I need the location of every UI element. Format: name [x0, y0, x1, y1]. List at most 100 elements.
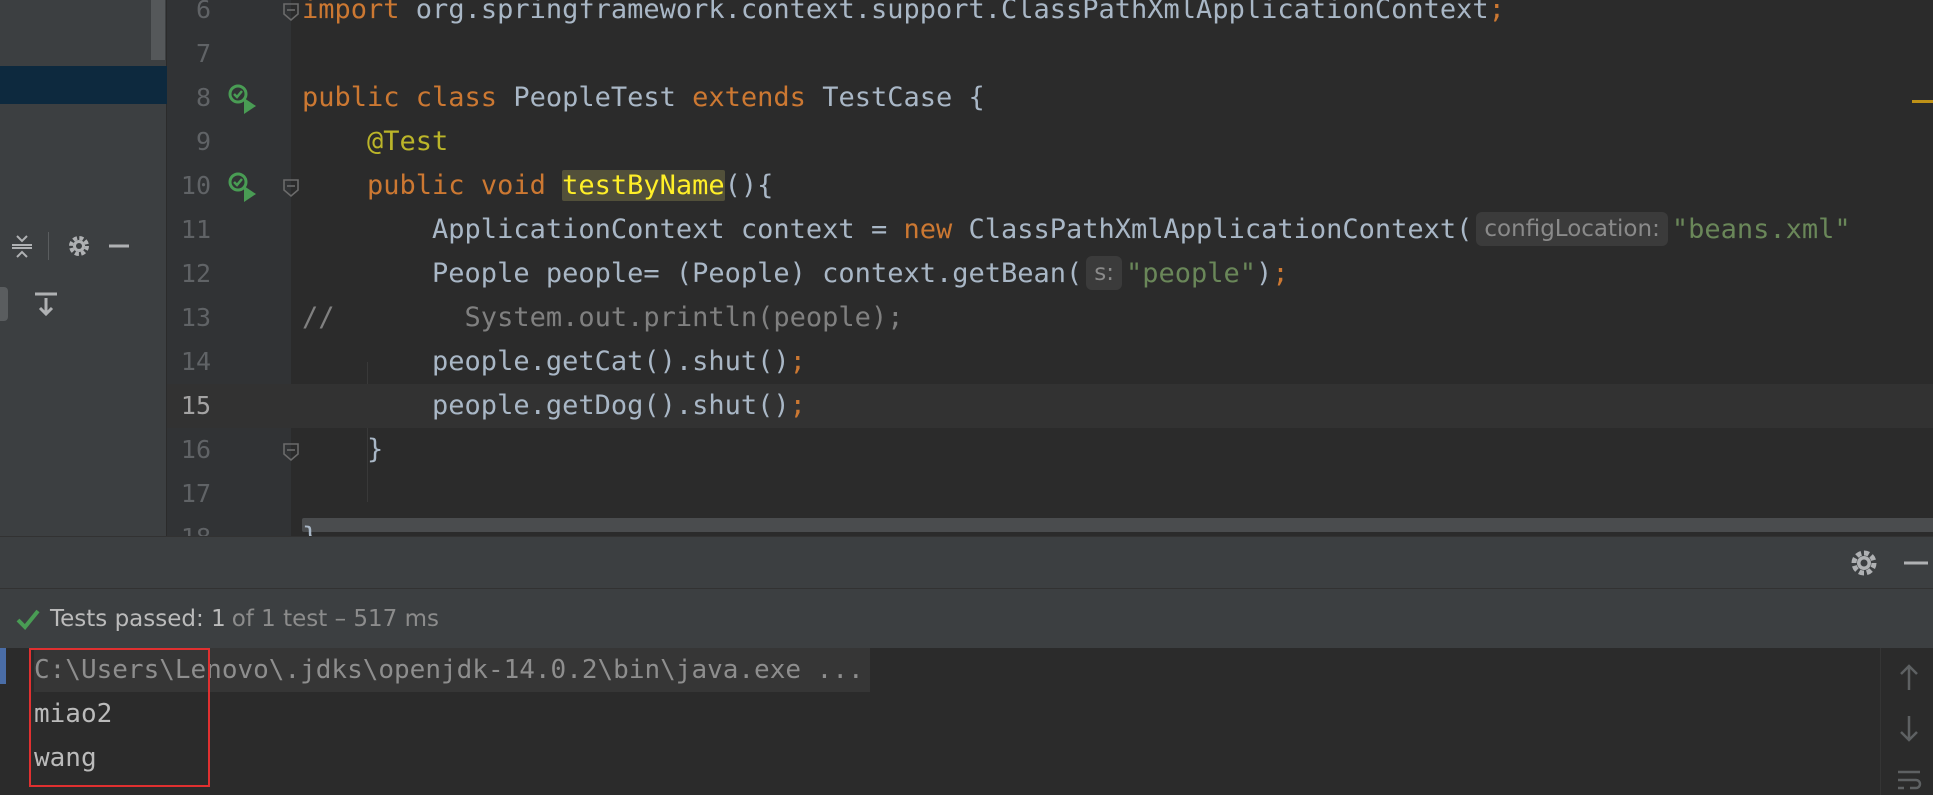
scroll-to-source-button[interactable] [26, 284, 66, 324]
code-token: "people" [1126, 258, 1257, 289]
code-text: } [302, 428, 383, 472]
minimize-icon [109, 244, 129, 248]
code-token: } [302, 434, 384, 465]
collapse-all-icon [12, 235, 32, 258]
code-text: public void testByName(){ [302, 164, 773, 208]
line-number: 13 [180, 303, 211, 332]
code-line-14[interactable]: 14 people.getCat().shut(); [167, 340, 1933, 384]
code-token: people.getCat().shut() [302, 346, 790, 377]
ide-window: 6 import org.springframework.context.supp… [0, 0, 1933, 795]
arrow-up-icon[interactable] [1896, 662, 1922, 692]
soft-wrap-icon[interactable] [1896, 766, 1922, 795]
line-number: 12 [180, 259, 211, 288]
code-token: testByName [562, 170, 725, 201]
code-line-15[interactable]: 15 people.getDog().shut(); [167, 384, 1933, 428]
code-text: people.getCat().shut(); [302, 340, 806, 384]
tests-passed-text: Tests passed: [50, 605, 212, 632]
code-line-8[interactable]: 8 public class PeopleTest extends TestCas… [167, 76, 1933, 120]
check-icon [16, 609, 40, 630]
code-token: PeopleTest [513, 82, 693, 113]
code-token: @Test [367, 126, 449, 157]
arrow-down-icon[interactable] [1896, 714, 1922, 744]
run-test-icon[interactable] [227, 171, 259, 203]
code-token: new [903, 214, 969, 245]
project-toolbar-2 [0, 282, 167, 326]
code-token: "beans.xml" [1671, 214, 1851, 245]
code-line-6[interactable]: 6 import org.springframework.context.supp… [167, 0, 1933, 32]
settings-button[interactable] [61, 228, 97, 264]
line-number: 9 [195, 127, 211, 156]
line-number: 8 [195, 83, 211, 112]
line-number: 15 [180, 391, 211, 420]
code-line-13[interactable]: 13 // System.out.println(people); [167, 296, 1933, 340]
code-token: (){ [724, 170, 774, 201]
fold-icon[interactable] [281, 176, 301, 198]
gear-icon [69, 236, 89, 256]
line-number: 10 [180, 171, 211, 200]
code-token: public void [367, 170, 563, 201]
project-selected-row[interactable] [0, 66, 167, 104]
toggle-stub[interactable] [0, 287, 8, 321]
code-line-11[interactable]: 11 ApplicationContext context = new Clas… [167, 208, 1933, 252]
project-toolbar [0, 224, 167, 268]
tests-passed-label: Tests passed: 1 [50, 606, 226, 632]
test-status-bar: Tests passed: 1 of 1 test – 517 ms [0, 588, 1933, 648]
code-text: ApplicationContext context = new ClassPa… [302, 208, 1851, 252]
fold-icon[interactable] [281, 0, 301, 22]
highlight-box [29, 648, 210, 787]
run-test-icon[interactable] [227, 83, 259, 115]
minimize-icon[interactable] [1900, 547, 1932, 579]
line-number: 11 [180, 215, 211, 244]
code-token: extends [692, 82, 823, 113]
code-text: import org.springframework.context.suppo… [302, 0, 1505, 32]
code-token: import [302, 0, 400, 25]
code-token: ; [789, 346, 806, 377]
fold-icon[interactable] [281, 440, 301, 462]
code-token: ; [789, 390, 806, 421]
code-token: public class [302, 82, 514, 113]
code-text: People people= (People) context.getBean(… [302, 252, 1289, 296]
hide-panel-button[interactable] [101, 228, 137, 264]
code-line-12[interactable]: 12 People people= (People) context.getBe… [167, 252, 1933, 296]
code-token: TestCase { [822, 82, 985, 113]
code-token: org.springframework.context.support.Clas… [399, 0, 1489, 25]
code-line-16[interactable]: 16 } [167, 428, 1933, 472]
code-token: People people= (People) context.getBean( [302, 258, 1083, 289]
code-token: ; [1272, 258, 1289, 289]
code-line-7[interactable]: 7 [167, 32, 1933, 76]
code-token: ClassPathXmlApplicationContext( [968, 214, 1473, 245]
line-number: 7 [195, 39, 211, 68]
console-left-marker [0, 648, 6, 684]
code-token: ) [1256, 258, 1273, 289]
gear-icon[interactable] [1848, 547, 1880, 579]
project-scrollbar[interactable] [151, 0, 165, 60]
tests-passed-count: 1 [211, 605, 226, 632]
code-text: people.getDog().shut(); [302, 384, 806, 428]
code-editor[interactable]: 6 import org.springframework.context.supp… [167, 0, 1933, 553]
parameter-hint: configLocation: [1476, 212, 1668, 246]
line-number: 16 [180, 435, 211, 464]
code-text: public class PeopleTest extends TestCase… [302, 76, 985, 120]
download-arrow-icon [35, 292, 57, 317]
line-number: 14 [180, 347, 211, 376]
line-number: 6 [195, 0, 211, 24]
code-line-9[interactable]: 9 @Test [167, 120, 1933, 164]
code-text: @Test [302, 120, 448, 164]
tests-detail: of 1 test – 517 ms [231, 605, 440, 632]
line-number: 17 [180, 479, 211, 508]
code-line-10[interactable]: 10 public void testByName(){ [167, 164, 1933, 208]
code-token: ; [1488, 0, 1505, 25]
collapse-all-button[interactable] [4, 228, 40, 264]
code-text: // System.out.println(people); [302, 296, 903, 340]
code-token: ApplicationContext context = [302, 214, 904, 245]
toolbar-separator [48, 232, 49, 260]
code-line-17[interactable]: 17 [167, 472, 1933, 516]
code-token: people.getDog().shut() [302, 390, 790, 421]
run-panel-header [0, 536, 1933, 588]
parameter-hint: s: [1086, 256, 1122, 290]
project-panel [0, 0, 167, 536]
console-output[interactable]: C:\Users\Lenovo\.jdks\openjdk-14.0.2\bin… [0, 648, 1933, 795]
code-token: // System.out.println(people); [302, 302, 904, 333]
